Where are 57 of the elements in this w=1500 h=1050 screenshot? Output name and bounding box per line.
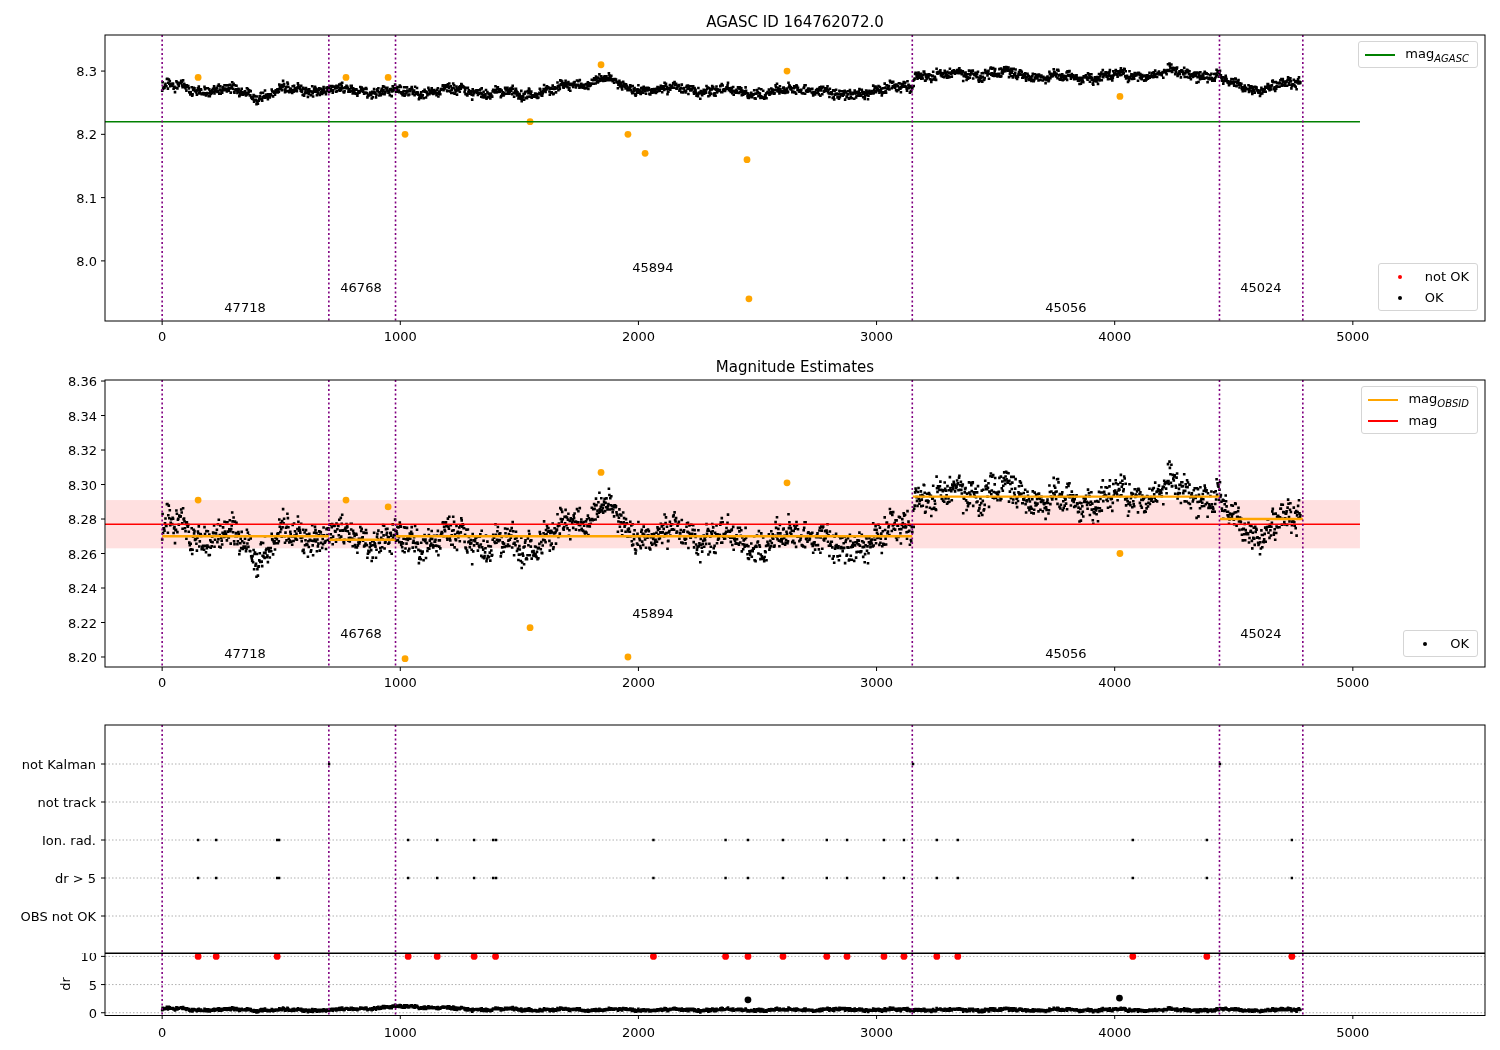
tick-label: 0 bbox=[158, 329, 167, 344]
obsid-label: 45056 bbox=[1045, 300, 1087, 315]
tick-label: 8.1 bbox=[76, 190, 97, 206]
legend-label: not OK bbox=[1424, 269, 1469, 284]
tick-label: 5000 bbox=[1336, 675, 1370, 690]
row-label: not Kalman bbox=[21, 757, 96, 772]
tick-label: 8.2 bbox=[76, 127, 97, 143]
tick-label: 0 bbox=[158, 1025, 167, 1040]
obsid-label: 45024 bbox=[1240, 280, 1282, 295]
tick-label: 8.30 bbox=[68, 477, 97, 493]
obsid-label: 45894 bbox=[632, 606, 674, 621]
obsid-label: 46768 bbox=[340, 280, 382, 295]
obsid-label: 47718 bbox=[224, 300, 266, 315]
tick-label: 5000 bbox=[1336, 1025, 1370, 1040]
legend-label: OK bbox=[1424, 290, 1444, 305]
tick-label: 1000 bbox=[383, 329, 417, 344]
tick-label: 2000 bbox=[621, 675, 655, 690]
axis-label: dr bbox=[58, 977, 73, 991]
tick-label: 3000 bbox=[860, 329, 894, 344]
obsid-label: 45024 bbox=[1240, 626, 1282, 641]
tick-label: 8.3 bbox=[76, 64, 97, 80]
legend-label: mag$_{OBSID}$ bbox=[1408, 390, 1469, 409]
chart-title: AGASC ID 164762072.0 bbox=[706, 13, 884, 31]
obsid-label: 45056 bbox=[1045, 646, 1087, 661]
legend-label: mag bbox=[1408, 413, 1438, 428]
tick-label: 3000 bbox=[860, 1025, 894, 1040]
tick-label: 8.34 bbox=[68, 408, 97, 424]
tick-label: 1000 bbox=[383, 675, 417, 690]
row-label: Ion. rad. bbox=[42, 833, 96, 848]
legend-label: OK bbox=[1450, 636, 1469, 651]
tick-label: 3000 bbox=[860, 675, 894, 690]
tick-label: 8.28 bbox=[68, 512, 97, 527]
row-label: OBS not OK bbox=[20, 909, 96, 924]
obsid-label: 46768 bbox=[340, 626, 382, 641]
obsid-label: 47718 bbox=[224, 646, 266, 661]
tick-label: 0 bbox=[158, 675, 167, 690]
tick-label: 8.24 bbox=[68, 581, 97, 596]
tick-label: 4000 bbox=[1098, 1025, 1132, 1040]
row-label: not track bbox=[37, 795, 96, 810]
tick-label: 2000 bbox=[621, 329, 655, 344]
tick-label: 0 bbox=[88, 1005, 97, 1021]
tick-label: 4000 bbox=[1098, 329, 1132, 344]
tick-label: 8.36 bbox=[68, 374, 97, 390]
tick-label: 8.32 bbox=[68, 443, 97, 459]
tick-label: 8.0 bbox=[76, 253, 97, 269]
tick-label: 1000 bbox=[383, 1025, 417, 1040]
tick-label: 5 bbox=[88, 977, 97, 993]
row-label: dr > 5 bbox=[54, 871, 96, 886]
obsid-label: 45894 bbox=[632, 260, 674, 275]
tick-label: 4000 bbox=[1098, 675, 1132, 690]
legend-label: mag$_{AGASC}$ bbox=[1405, 45, 1469, 64]
chart-title: Magnitude Estimates bbox=[715, 358, 875, 376]
tick-label: 8.22 bbox=[68, 615, 97, 631]
tick-label: 8.26 bbox=[68, 546, 97, 562]
tick-label: 2000 bbox=[621, 1025, 655, 1040]
tick-label: 8.20 bbox=[68, 650, 97, 665]
tick-label: 5000 bbox=[1336, 329, 1370, 344]
